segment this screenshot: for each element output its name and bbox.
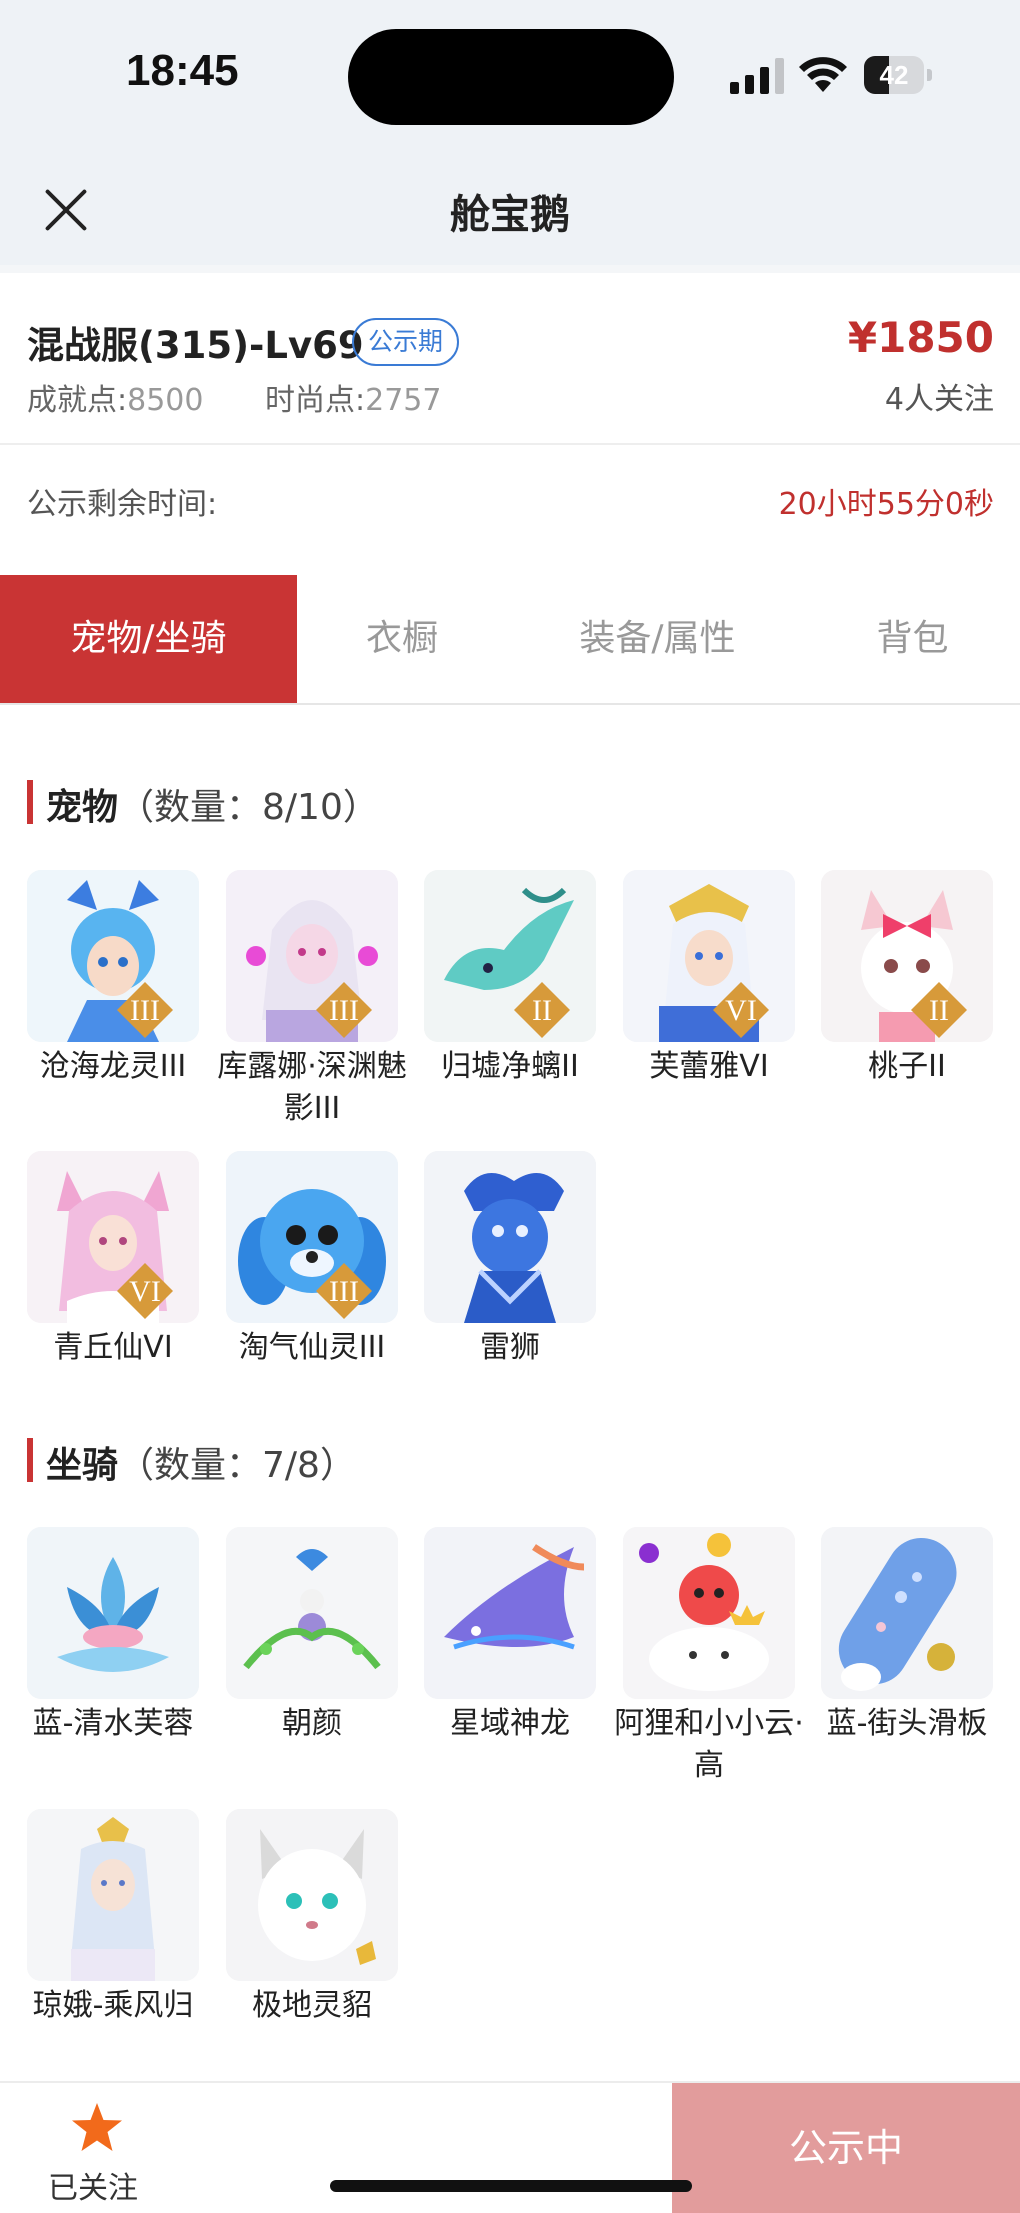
- pet-name: 芙蕾雅VI: [649, 1049, 769, 1084]
- battery-level: 42: [879, 60, 909, 90]
- section-marker: [27, 1438, 33, 1482]
- pet-image: VI: [623, 870, 795, 1042]
- pet-name: 淘气仙灵III: [238, 1330, 386, 1365]
- svg-text:II: II: [532, 994, 552, 1027]
- mount-name: 极地灵貂: [252, 1988, 372, 2023]
- follower-count: 4人关注: [884, 382, 994, 417]
- countdown-label: 公示剩余时间:: [27, 487, 218, 522]
- battery-icon: 42: [864, 56, 932, 94]
- scrolled-header-remnant: [0, 265, 1020, 273]
- pet-image: III: [27, 870, 199, 1042]
- mount-image: [623, 1527, 795, 1699]
- mount-image: [226, 1527, 398, 1699]
- pet-name: 青丘仙VI: [53, 1330, 173, 1365]
- pet-image: II: [424, 870, 596, 1042]
- pet-name: 雷狮: [480, 1330, 540, 1365]
- tab-bag[interactable]: 背包: [820, 575, 1005, 703]
- price: ¥1850: [847, 313, 994, 362]
- pet-image: III: [226, 1151, 398, 1323]
- tab-pets-mounts[interactable]: 宠物/坐骑: [0, 575, 297, 703]
- status-action-button[interactable]: 公示中: [672, 2083, 1020, 2213]
- mount-image: [27, 1527, 199, 1699]
- svg-text:II: II: [929, 994, 949, 1027]
- mounts-section-title: 坐骑（数量：7/8）: [46, 1445, 356, 1486]
- mount-name: 蓝-清水芙蓉: [32, 1706, 194, 1741]
- achievement-points: 成就点:8500: [27, 383, 204, 418]
- star-icon[interactable]: [70, 2101, 124, 2155]
- countdown-row: 公示剩余时间: 20小时55分0秒: [0, 445, 1020, 575]
- pet-name: 归墟净螭II: [441, 1049, 579, 1084]
- section-marker: [27, 780, 33, 824]
- bottom-bar: 已关注 公示中: [0, 2081, 1020, 2213]
- pet-image: [424, 1151, 596, 1323]
- pet-image: III: [226, 870, 398, 1042]
- mount-image: [821, 1527, 993, 1699]
- mount-image: [27, 1809, 199, 1981]
- mount-name: 蓝-街头滑板: [826, 1706, 988, 1741]
- countdown-value: 20小时55分0秒: [778, 487, 994, 522]
- status-badge: 公示期: [352, 318, 460, 366]
- pet-name: 桃子II: [868, 1049, 946, 1084]
- wifi-icon: [799, 57, 847, 92]
- status-time: 18:45: [126, 46, 239, 95]
- fashion-points: 时尚点:2757: [265, 383, 442, 418]
- follow-button-label[interactable]: 已关注: [48, 2163, 138, 2207]
- tab-wardrobe[interactable]: 衣橱: [297, 575, 507, 703]
- listing-info: 混战服(315)-Lv69 公示期 ¥1850 成就点:8500 时尚点:275…: [0, 273, 1020, 443]
- mount-name: 星域神龙: [450, 1706, 570, 1741]
- signal-icon: [730, 58, 784, 94]
- mount-image: [424, 1527, 596, 1699]
- svg-text:III: III: [329, 994, 359, 1027]
- page-title: 舱宝鹅: [450, 192, 570, 238]
- svg-text:VI: VI: [725, 994, 757, 1027]
- home-indicator[interactable]: [330, 2180, 692, 2192]
- svg-text:VI: VI: [129, 1275, 161, 1308]
- mount-image: [226, 1809, 398, 1981]
- pet-image: II: [821, 870, 993, 1042]
- server-level: 混战服(315)-Lv69: [27, 324, 364, 367]
- mount-name: 朝颜: [282, 1706, 342, 1741]
- pet-image: VI: [27, 1151, 199, 1323]
- pet-name: 沧海龙灵III: [39, 1049, 187, 1084]
- pet-name: 库露娜·深渊魅影III: [217, 1049, 407, 1126]
- nav-bar: 舱宝鹅: [0, 150, 1020, 265]
- tab-equipment[interactable]: 装备/属性: [540, 575, 775, 703]
- mount-name: 琼娥-乘风归: [32, 1988, 194, 2023]
- pets-section-title: 宠物（数量：8/10）: [46, 787, 379, 828]
- dynamic-island: [348, 29, 674, 125]
- svg-text:III: III: [130, 994, 160, 1027]
- mount-name: 阿狸和小小云·高: [614, 1706, 804, 1783]
- tab-bar: 宠物/坐骑 衣橱 装备/属性 背包: [0, 575, 1020, 705]
- status-bar: 18:45 42: [0, 0, 1020, 150]
- svg-text:III: III: [329, 1275, 359, 1308]
